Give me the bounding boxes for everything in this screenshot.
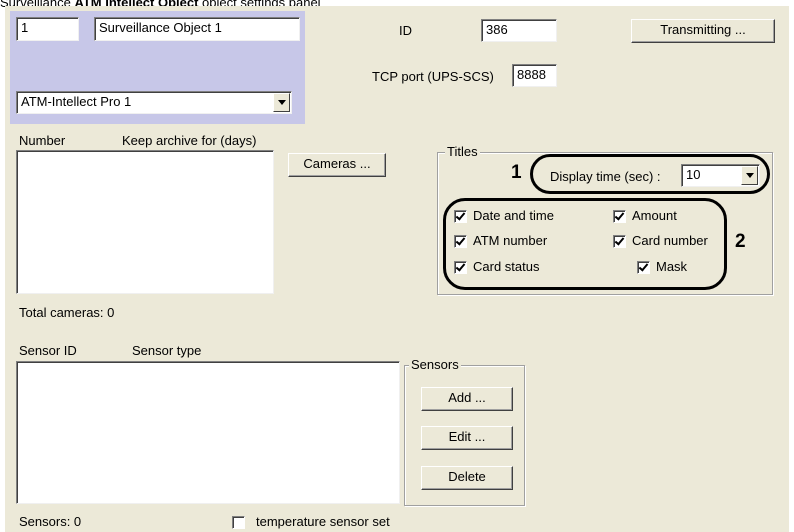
mask-checkbox[interactable] [637,261,650,274]
temperature-sensor-checkbox[interactable] [232,516,245,529]
date-time-checkbox[interactable] [454,210,467,223]
chevron-down-icon [745,173,754,178]
titles-legend: Titles [445,144,480,159]
object-name-field[interactable]: Surveillance Object 1 [94,17,300,41]
parent-object-value: ATM-Intellect Pro 1 [21,94,132,109]
display-time-combo[interactable]: 10 [681,164,760,187]
card-number-checkbox[interactable] [613,235,626,248]
tcp-port-field[interactable]: 8888 [512,64,557,87]
display-time-dropdown-button[interactable] [741,166,758,185]
card-number-label: Card number [632,233,708,248]
cameras-list[interactable] [16,150,274,294]
amount-checkbox[interactable] [613,210,626,223]
sensors-list[interactable] [16,361,400,504]
edit-sensor-button[interactable]: Edit ... [421,426,513,450]
atm-number-label: ATM number [473,233,548,248]
temperature-sensor-label: temperature sensor set [256,514,390,529]
amount-label: Amount [632,208,677,223]
col-sensor-id-header: Sensor ID [19,343,77,358]
tcp-port-label: TCP port (UPS-SCS) [372,69,494,84]
display-time-value: 10 [686,167,701,182]
total-sensors-label: Sensors: 0 [19,514,82,529]
sensors-legend: Sensors [409,357,461,372]
display-time-label: Display time (sec) : [550,169,661,184]
id-field[interactable]: 386 [481,19,557,42]
marker-1: 1 [511,162,522,183]
card-status-checkbox[interactable] [454,261,467,274]
card-status-label: Card status [473,259,540,274]
col-number-header: Number [19,133,66,148]
add-sensor-button[interactable]: Add ... [421,387,513,411]
col-sensor-type-header: Sensor type [132,343,202,358]
mask-label: Mask [656,259,688,274]
settings-panel: 1 Surveillance Object 1 ATM-Intellect Pr… [5,6,789,532]
marker-2: 2 [735,231,746,252]
cameras-button[interactable]: Cameras ... [288,153,386,177]
chevron-down-icon [277,100,286,105]
total-cameras-label: Total cameras: 0 [19,305,115,320]
parent-object-combo[interactable]: ATM-Intellect Pro 1 [16,91,292,114]
object-number-field[interactable]: 1 [16,17,79,41]
id-label: ID [399,23,412,38]
atm-number-checkbox[interactable] [454,235,467,248]
transmitting-button[interactable]: Transmitting ... [631,19,775,43]
parent-dropdown-button[interactable] [273,93,290,112]
date-time-label: Date and time [473,208,554,223]
delete-sensor-button[interactable]: Delete [421,466,513,490]
col-archive-header: Keep archive for (days) [122,133,257,148]
